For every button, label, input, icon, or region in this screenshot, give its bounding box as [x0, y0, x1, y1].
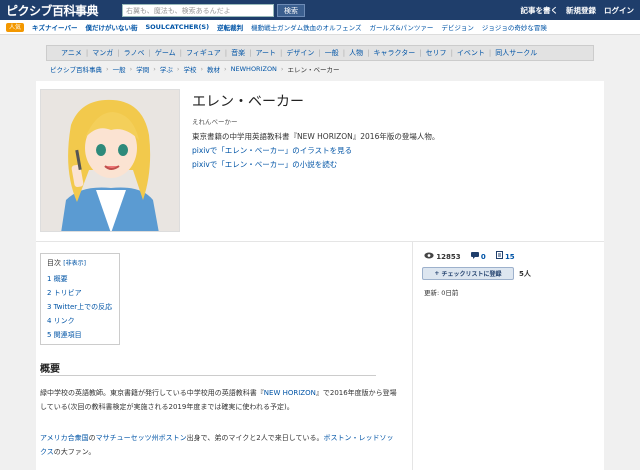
add-checklist-label: チェックリストに登録	[441, 271, 502, 278]
article-container: エレン・ベーカー えれんべーかー 東京書籍の中学用英語教科書『NEW HORIZ…	[36, 81, 604, 470]
heading-underline	[40, 375, 376, 376]
summary-text: 緑中学校の英語教師。東京書籍が発行している中学校用の英語教科書『	[40, 389, 264, 397]
breadcrumb-current: エレン・ベーカー	[287, 66, 340, 74]
like-count-value: 15	[504, 253, 515, 261]
trending-badge: 人気	[6, 22, 25, 32]
toc-item[interactable]: 1 概要	[47, 272, 113, 286]
pixiv-illust-link[interactable]: pixivで「エレン・ベーカー」のイラストを見る	[192, 145, 352, 156]
page-title: エレン・ベーカー	[192, 94, 304, 110]
trending-item[interactable]: 機動戦士ガンダム鉄血のオルフェンズ	[251, 22, 361, 32]
trending-item[interactable]: ジョジョの奇妙な冒険	[482, 22, 547, 32]
toc-item[interactable]: 5 関連項目	[47, 328, 113, 342]
breadcrumb-arrow-icon: ›	[153, 65, 156, 73]
category-item[interactable]: マンガ	[88, 48, 117, 58]
character-illustration	[41, 90, 179, 231]
breadcrumb-item[interactable]: 学ぶ	[160, 64, 173, 74]
breadcrumb-arrow-icon: ›	[224, 65, 227, 73]
breadcrumb-item[interactable]: 学校	[183, 64, 196, 74]
breadcrumb-item[interactable]: 一般	[113, 64, 126, 74]
trending-item[interactable]: SOULCATCHER(S)	[145, 23, 209, 31]
checklist-count: 5人	[519, 270, 531, 278]
category-item[interactable]: キャラクター	[369, 48, 419, 58]
summary-text: の	[88, 434, 96, 442]
view-count-value: 12853	[436, 252, 461, 261]
breadcrumb: ピクシブ百科事典 › 一般 › 学問 › 学ぶ › 学校 › 教材 › NEWHORIZON…	[46, 61, 594, 77]
category-item[interactable]: デザイン	[282, 48, 318, 58]
trending-item[interactable]: 逆転裁判	[217, 22, 243, 32]
breadcrumb-item[interactable]: 教材	[207, 64, 220, 74]
category-item[interactable]: 一般	[321, 48, 343, 58]
toc-header: 目次 [非表示]	[47, 258, 113, 268]
register-link[interactable]: 新規登録	[566, 5, 596, 16]
toc-item[interactable]: 3 Twitter上での反応	[47, 300, 113, 314]
article-thumbnail[interactable]	[40, 89, 180, 232]
breadcrumb-item[interactable]: ピクシブ百科事典	[50, 64, 102, 74]
breadcrumb-item[interactable]: NEWHORIZON	[231, 65, 277, 73]
write-article-link[interactable]: 記事を書く	[521, 5, 559, 16]
category-item[interactable]: フィギュア	[182, 48, 225, 58]
category-item[interactable]: 音楽	[227, 48, 249, 58]
summary-paragraph-1: 緑中学校の英語教師。東京書籍が発行している中学校用の英語教科書『NEW HORI…	[40, 386, 400, 414]
header-links: 記事を書く 新規登録 ログイン	[521, 5, 635, 16]
trending-item[interactable]: 僕だけがいない街	[85, 22, 137, 32]
updated-time: 更新: 0日前	[424, 289, 459, 297]
comment-count[interactable]: 0	[470, 251, 486, 261]
column-divider	[412, 241, 413, 470]
breadcrumb-arrow-icon: ›	[280, 65, 284, 73]
table-of-contents: 目次 [非表示] 1 概要 2 トリビア 3 Twitter上での反応 4 リン…	[40, 253, 120, 345]
document-icon	[495, 251, 503, 261]
plus-icon: +	[434, 270, 442, 277]
search-input[interactable]: 右翼も、魔法も、検索あるんだよ	[122, 3, 274, 17]
login-link[interactable]: ログイン	[604, 5, 634, 16]
like-count[interactable]: 15	[495, 251, 515, 261]
category-item[interactable]: アート	[251, 48, 280, 58]
breadcrumb-arrow-icon: ›	[176, 65, 180, 73]
toc-label: 目次	[47, 259, 61, 267]
new-horizon-link[interactable]: NEW HORIZON	[264, 389, 316, 397]
toc-item[interactable]: 4 リンク	[47, 314, 113, 328]
comment-icon	[470, 251, 479, 261]
toc-hide-toggle[interactable]: [非表示]	[63, 260, 86, 267]
category-item[interactable]: アニメ	[57, 48, 86, 58]
title-reading: えれんべーかー	[192, 118, 238, 126]
add-checklist-button[interactable]: + チェックリストに登録	[422, 267, 514, 280]
boston-link[interactable]: ボストン	[159, 434, 187, 442]
category-item[interactable]: 人物	[345, 48, 367, 58]
trending-item[interactable]: ガールズ&パンツァー	[369, 22, 433, 32]
summary-paragraph-2: アメリカ合衆国のマサチューセッツ州ボストン出身で、弟のマイクと2人で来日している…	[40, 431, 400, 459]
eye-icon	[424, 252, 434, 261]
section-divider	[36, 241, 604, 242]
massachusetts-link[interactable]: マサチューセッツ州	[96, 434, 159, 442]
section-heading-summary: 概要	[40, 364, 60, 375]
category-item[interactable]: ゲーム	[151, 48, 180, 58]
category-item[interactable]: ラノベ	[120, 48, 149, 58]
breadcrumb-arrow-icon: ›	[129, 65, 133, 73]
breadcrumb-arrow-icon: ›	[200, 65, 204, 73]
summary-text: 出身で、弟のマイクと2人で来日している。	[186, 434, 324, 442]
site-logo[interactable]: ピクシブ百科事典	[6, 2, 116, 19]
comment-count-value: 0	[480, 252, 486, 261]
category-item[interactable]: イベント	[453, 48, 489, 58]
summary-text: の大ファン。	[53, 448, 96, 456]
trending-item[interactable]: デビジョン	[441, 22, 474, 32]
article-description: 東京書籍の中学用英語教科書『NEW HORIZON』2016年版の登場人物。	[192, 132, 440, 141]
usa-link[interactable]: アメリカ合衆国	[40, 434, 89, 442]
breadcrumb-item[interactable]: 学問	[136, 64, 149, 74]
view-count: 12853	[424, 252, 461, 261]
category-item[interactable]: セリフ	[422, 48, 451, 58]
article-stats: 12853 0 15	[424, 251, 515, 261]
category-item[interactable]: 同人サークル	[491, 48, 541, 58]
pixiv-novel-link[interactable]: pixivで「エレン・ベーカー」の小説を読む	[192, 159, 337, 170]
trending-item[interactable]: キズナイーバー	[32, 22, 77, 32]
trending-bar: 人気 キズナイーバー 僕だけがいない街 SOULCATCHER(S) 逆転裁判 …	[0, 20, 640, 35]
top-bar: ピクシブ百科事典 右翼も、魔法も、検索あるんだよ 検索 記事を書く 新規登録 ロ…	[0, 0, 640, 20]
breadcrumb-arrow-icon: ›	[106, 65, 109, 73]
category-nav: アニメ | マンガ | ラノベ | ゲーム | フィギュア | 音楽 | アート | デザイン…	[46, 45, 594, 61]
toc-item[interactable]: 2 トリビア	[47, 286, 113, 300]
search-button[interactable]: 検索	[277, 3, 305, 17]
